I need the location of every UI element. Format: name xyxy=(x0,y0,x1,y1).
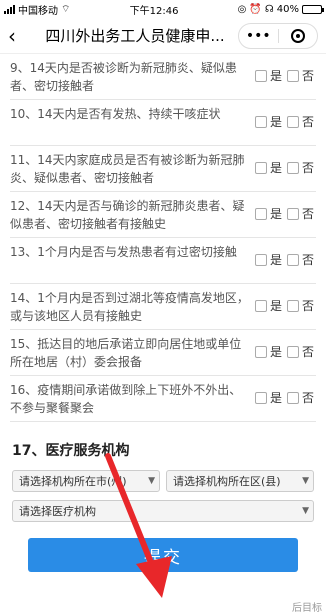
section-title: 17、医疗服务机构 xyxy=(12,443,130,459)
no-label: 否 xyxy=(301,161,314,175)
no-checkbox[interactable] xyxy=(286,345,299,358)
no-checkbox[interactable] xyxy=(286,69,299,82)
question-row: 11、14天内家庭成员是否有被诊断为新冠肺炎、疑似患者、密切接触者是否 xyxy=(10,146,316,192)
district-select-label: 请选择机构所在区(县) xyxy=(173,475,281,488)
answer-options: 是否 xyxy=(254,197,316,222)
institution-select-label: 请选择医疗机构 xyxy=(19,505,96,518)
yes-checkbox[interactable] xyxy=(254,391,267,404)
question-text: 10、14天内是否有发热、持续干咳症状 xyxy=(10,107,221,121)
wifi-icon: ⌔ xyxy=(61,3,71,15)
institution-select[interactable]: 请选择医疗机构 ▼ xyxy=(12,500,314,522)
institution-select-row: 请选择医疗机构 ▼ xyxy=(0,500,326,522)
nav-bar: ‹ 四川外出务工人员健康申... ••• xyxy=(0,18,326,54)
question-row: 14、1个月内是否到过湖北等疫情高发地区，或与该地区人员有接触史是否 xyxy=(10,284,316,330)
no-checkbox[interactable] xyxy=(286,115,299,128)
yes-checkbox[interactable] xyxy=(254,161,267,174)
question-text: 11、14天内家庭成员是否有被诊断为新冠肺炎、疑似患者、密切接触者 xyxy=(10,153,245,185)
target-circle-icon xyxy=(290,28,305,43)
city-select[interactable]: 请选择机构所在市(州) ▼ xyxy=(12,470,160,492)
question-row: 12、14天内是否与确诊的新冠肺炎患者、疑似患者、密切接触者有接触史是否 xyxy=(10,192,316,238)
question-text: 13、1个月内是否与发热患者有过密切接触 xyxy=(10,245,237,259)
chevron-down-icon: ▼ xyxy=(302,506,309,516)
no-label: 否 xyxy=(301,207,314,221)
question-list: 9、14天内是否被诊断为新冠肺炎、疑似患者、密切接触者是否 10、14天内是否有发… xyxy=(0,54,326,422)
answer-options: 是否 xyxy=(254,335,316,360)
answer-options: 是否 xyxy=(254,289,316,314)
more-options-button[interactable]: ••• xyxy=(239,24,278,48)
question-text: 14、1个月内是否到过湖北等疫情高发地区，或与该地区人员有接触史 xyxy=(10,291,249,323)
no-label: 否 xyxy=(301,69,314,83)
no-checkbox[interactable] xyxy=(286,253,299,266)
carrier-label: 中国移动 xyxy=(18,5,58,17)
yes-checkbox[interactable] xyxy=(254,115,267,128)
status-time: 下午12:46 xyxy=(129,5,179,17)
battery-percent: 40% xyxy=(276,3,299,15)
no-checkbox[interactable] xyxy=(286,299,299,312)
answer-options: 是否 xyxy=(254,105,316,130)
location-icon: ◎ xyxy=(237,3,247,15)
no-label: 否 xyxy=(301,253,314,267)
yes-label: 是 xyxy=(269,391,282,405)
status-bar: 中国移动 ⌔ 下午12:46 ◎ ⏰ ☊ 40% xyxy=(0,0,326,18)
chevron-down-icon: ▼ xyxy=(302,476,309,486)
yes-label: 是 xyxy=(269,207,282,221)
alarm-icon: ⏰ xyxy=(249,3,262,15)
yes-checkbox[interactable] xyxy=(254,299,267,312)
yes-checkbox[interactable] xyxy=(254,253,267,266)
question-text: 16、疫情期间承诺做到除上下班外不外出、不参与聚餐聚会 xyxy=(10,383,242,415)
no-label: 否 xyxy=(301,299,314,313)
corner-text: 后目标 xyxy=(292,603,322,614)
yes-checkbox[interactable] xyxy=(254,207,267,220)
yes-checkbox[interactable] xyxy=(254,345,267,358)
yes-checkbox[interactable] xyxy=(254,69,267,82)
no-checkbox[interactable] xyxy=(286,161,299,174)
yes-label: 是 xyxy=(269,69,282,83)
yes-label: 是 xyxy=(269,299,282,313)
yes-label: 是 xyxy=(269,115,282,129)
question-row: 15、抵达目的地后承诺立即向居住地或单位所在地居（村）委会报备是否 xyxy=(10,330,316,376)
no-label: 否 xyxy=(301,115,314,129)
chevron-down-icon: ▼ xyxy=(148,476,155,486)
miniprogram-capsule: ••• xyxy=(238,22,318,49)
answer-options: 是否 xyxy=(254,381,316,406)
yes-label: 是 xyxy=(269,253,282,267)
answer-options: 是否 xyxy=(254,243,316,268)
status-left: 中国移动 ⌔ xyxy=(4,2,70,17)
no-checkbox[interactable] xyxy=(286,391,299,404)
yes-label: 是 xyxy=(269,345,282,359)
close-miniprogram-button[interactable] xyxy=(279,24,318,48)
question-text: 9、14天内是否被诊断为新冠肺炎、疑似患者、密切接触者 xyxy=(10,61,237,93)
page-title: 四川外出务工人员健康申... xyxy=(45,27,225,45)
answer-options: 是否 xyxy=(254,59,316,84)
headphones-icon: ☊ xyxy=(264,3,274,15)
status-right: ◎ ⏰ ☊ 40% xyxy=(237,3,324,15)
location-select-row: 请选择机构所在市(州) ▼ 请选择机构所在区(县) ▼ xyxy=(0,470,326,492)
battery-icon xyxy=(301,4,324,14)
no-label: 否 xyxy=(301,391,314,405)
question-row: 16、疫情期间承诺做到除上下班外不外出、不参与聚餐聚会是否 xyxy=(10,376,316,422)
question-row: 9、14天内是否被诊断为新冠肺炎、疑似患者、密切接触者是否 xyxy=(10,54,316,100)
submit-button[interactable]: 提交 xyxy=(28,538,298,572)
question-row: 10、14天内是否有发热、持续干咳症状是否 xyxy=(10,100,316,146)
city-select-label: 请选择机构所在市(州) xyxy=(19,475,127,488)
yes-label: 是 xyxy=(269,161,282,175)
back-arrow-icon[interactable]: ‹ xyxy=(8,24,32,48)
question-row: 13、1个月内是否与发热患者有过密切接触是否 xyxy=(10,238,316,284)
question-text: 12、14天内是否与确诊的新冠肺炎患者、疑似患者、密切接触者有接触史 xyxy=(10,199,245,231)
no-label: 否 xyxy=(301,345,314,359)
district-select[interactable]: 请选择机构所在区(县) ▼ xyxy=(166,470,314,492)
question-text: 15、抵达目的地后承诺立即向居住地或单位所在地居（村）委会报备 xyxy=(10,337,242,369)
submit-wrap: 提交 xyxy=(0,530,326,572)
answer-options: 是否 xyxy=(254,151,316,176)
signal-icon xyxy=(4,4,15,14)
no-checkbox[interactable] xyxy=(286,207,299,220)
